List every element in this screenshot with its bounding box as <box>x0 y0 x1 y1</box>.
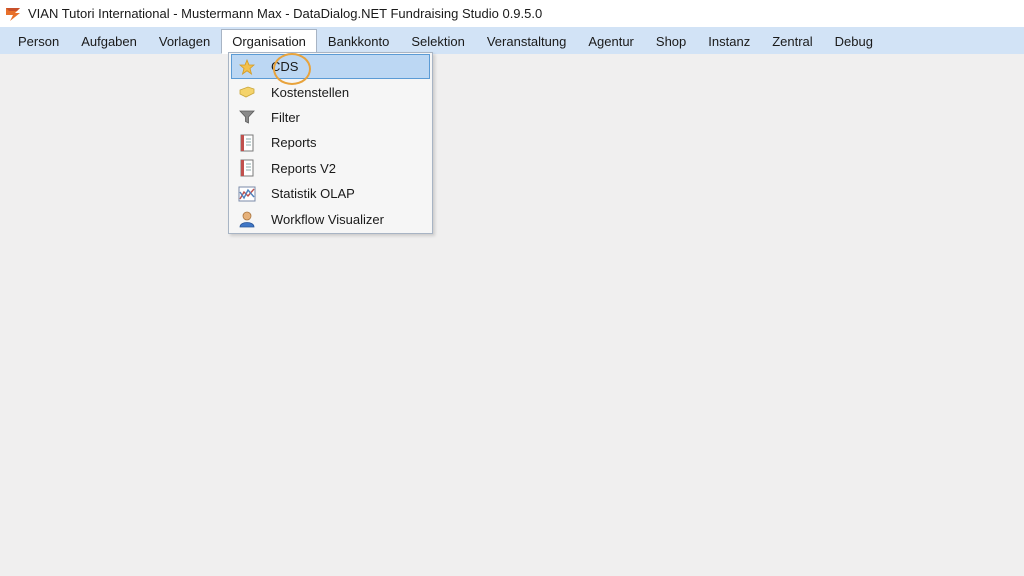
menu-item-label: Kostenstellen <box>271 84 350 100</box>
report-icon <box>234 158 260 178</box>
title-bar: VIAN Tutori International - Mustermann M… <box>0 0 1024 27</box>
funnel-icon <box>234 107 260 127</box>
menu-instanz[interactable]: Instanz <box>697 29 761 52</box>
menu-bar: Person Aufgaben Vorlagen Organisation Ba… <box>0 27 1024 54</box>
menu-item-label: Workflow Visualizer <box>271 211 384 227</box>
menu-item-reports[interactable]: Reports <box>231 130 430 155</box>
user-icon <box>234 209 260 229</box>
menu-aufgaben[interactable]: Aufgaben <box>70 29 148 52</box>
menu-person[interactable]: Person <box>7 29 70 52</box>
menu-item-label: Statistik OLAP <box>271 186 355 202</box>
menu-debug[interactable]: Debug <box>824 29 884 52</box>
menu-bankkonto[interactable]: Bankkonto <box>317 29 400 52</box>
menu-shop[interactable]: Shop <box>645 29 697 52</box>
chart-icon <box>234 184 260 204</box>
menu-item-reports-v2[interactable]: Reports V2 <box>231 156 430 181</box>
menu-organisation[interactable]: Organisation <box>221 29 317 54</box>
menu-selektion[interactable]: Selektion <box>400 29 475 52</box>
window-title: VIAN Tutori International - Mustermann M… <box>28 6 543 21</box>
tag-icon <box>234 82 260 102</box>
menu-item-label: Reports <box>271 135 317 151</box>
star-icon <box>234 57 260 77</box>
menu-item-filter[interactable]: Filter <box>231 105 430 130</box>
menu-agentur[interactable]: Agentur <box>577 29 645 52</box>
menu-item-cds[interactable]: CDS <box>231 54 430 80</box>
menu-item-label: CDS <box>271 59 299 75</box>
report-icon <box>234 133 260 153</box>
app-logo-icon <box>4 5 22 23</box>
menu-item-kostenstellen[interactable]: Kostenstellen <box>231 79 430 104</box>
menu-item-workflow-visualizer[interactable]: Workflow Visualizer <box>231 206 430 231</box>
menu-item-statistik-olap[interactable]: Statistik OLAP <box>231 181 430 206</box>
menu-item-label: Filter <box>271 109 300 125</box>
menu-vorlagen[interactable]: Vorlagen <box>148 29 221 52</box>
menu-zentral[interactable]: Zentral <box>761 29 823 52</box>
menu-veranstaltung[interactable]: Veranstaltung <box>476 29 578 52</box>
menu-item-label: Reports V2 <box>271 160 337 176</box>
organisation-dropdown: CDS Kostenstellen Filter Reports Reports… <box>228 52 433 234</box>
